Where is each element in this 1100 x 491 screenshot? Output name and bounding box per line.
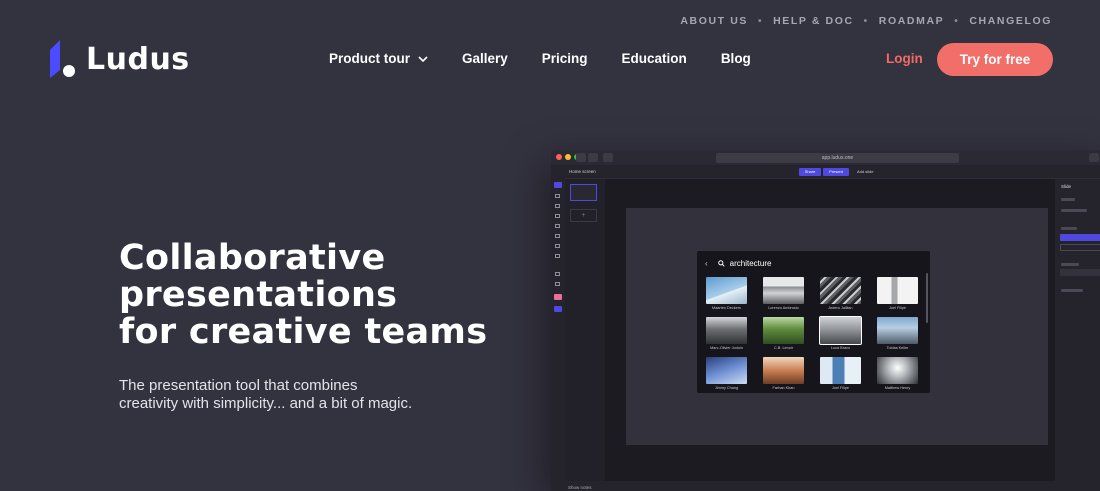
right-panel: Slide <box>1055 179 1100 491</box>
architecture-photo <box>877 277 918 304</box>
add-slide-plus-icon: + <box>570 209 597 222</box>
panel-row <box>1061 289 1083 292</box>
image-result: Marc-Olivier Jodoin <box>706 317 747 350</box>
top-link-changelog[interactable]: CHANGELOG <box>969 15 1052 27</box>
image-result: Ardero Jalilian <box>820 277 861 310</box>
back-chevron-icon: ‹ <box>705 258 708 268</box>
image-result: Tobias Keller <box>877 317 918 350</box>
image-result-selected: Luca Bravo <box>819 316 862 350</box>
sidebar-icon <box>603 153 613 162</box>
architecture-photo <box>820 277 861 304</box>
top-link-roadmap[interactable]: ROADMAP <box>879 15 944 27</box>
convert-template-button <box>1060 244 1100 251</box>
editor-toolbar: Home screen Share Present Add slide <box>551 165 1100 179</box>
architecture-photo <box>819 316 862 345</box>
image-tool-icon <box>555 234 560 238</box>
panel-row <box>1061 227 1077 230</box>
nav-education[interactable]: Education <box>622 51 687 66</box>
logo-wordmark: Ludus <box>86 41 190 77</box>
top-link-help[interactable]: HELP & DOC <box>773 15 854 27</box>
hero-subtitle: The presentation tool that combines crea… <box>119 377 413 412</box>
url-bar: app.ludus.one <box>716 153 959 163</box>
image-result: Jimmy Chang <box>706 357 747 390</box>
image-result: Lorenzo Ambrosio <box>763 277 804 310</box>
search-query: architecture <box>729 258 772 268</box>
architecture-photo <box>706 277 747 304</box>
top-link-about[interactable]: ABOUT US <box>680 15 748 27</box>
share-button: Share <box>799 168 821 176</box>
home-screen-link: Home screen <box>569 169 596 174</box>
image-result: Farhan Khan <box>763 357 804 390</box>
transition-select <box>1060 269 1100 276</box>
slide-thumbnail <box>570 184 597 201</box>
circle-tool-icon <box>555 244 560 248</box>
present-button: Present <box>823 168 849 176</box>
close-dot-icon <box>556 154 562 160</box>
arrow-tool-icon <box>555 254 560 258</box>
pen-tool-icon <box>555 194 560 198</box>
hero-title: Collaborative presentations for creative… <box>119 240 499 351</box>
architecture-photo <box>706 357 747 384</box>
panel-row <box>1061 209 1087 212</box>
search-tool-icon <box>554 306 562 312</box>
architecture-photo <box>763 357 804 384</box>
image-result: Maarten Deckers <box>706 277 747 310</box>
image-result: Matthew Henry <box>877 357 918 390</box>
nav-gallery[interactable]: Gallery <box>462 51 508 66</box>
image-result: Joel Filipe <box>877 277 918 310</box>
nav-product-tour[interactable]: Product tour <box>329 51 428 66</box>
color-tool-icon <box>554 294 562 300</box>
try-for-free-button[interactable]: Try for free <box>937 43 1053 76</box>
text-tool-icon <box>555 204 560 208</box>
top-links: ABOUT US • HELP & DOC • ROADMAP • CHANGE… <box>680 15 1052 27</box>
left-toolbar <box>551 166 565 491</box>
logo[interactable]: Ludus <box>48 38 190 80</box>
panel-row <box>1061 198 1075 201</box>
media-tool-icon <box>555 272 560 276</box>
architecture-photo <box>763 277 804 304</box>
architecture-photo <box>877 357 918 384</box>
separator-dot: • <box>757 15 764 27</box>
hero-title-line: Collaborative <box>119 238 386 278</box>
panel-row <box>1061 263 1079 266</box>
nav-product-tour-label: Product tour <box>329 51 410 66</box>
nav-blog[interactable]: Blog <box>721 51 751 66</box>
ludus-logo-icon <box>50 40 75 78</box>
embed-tool-icon <box>555 282 560 286</box>
image-search-panel: ‹ architecture Maarten Deckers Lorenzo A… <box>697 251 930 393</box>
nav-pricing[interactable]: Pricing <box>542 51 588 66</box>
shape-tool-icon <box>555 214 560 218</box>
architecture-photo <box>706 317 747 344</box>
add-slide-button: Add slide <box>857 169 874 174</box>
main-nav: Product tour Gallery Pricing Education B… <box>329 51 785 66</box>
architecture-photo <box>877 317 918 344</box>
forward-arrow-icon <box>588 153 598 162</box>
bottom-bar: Show notes <box>551 481 1100 491</box>
scrollbar <box>926 273 928 323</box>
image-result: C.B. Lenoir <box>763 317 804 350</box>
select-tool-icon <box>554 182 562 188</box>
show-notes-label: Show notes <box>568 485 592 490</box>
architecture-photo <box>763 317 804 344</box>
hero-title-line: for creative teams <box>119 312 488 352</box>
separator-dot: • <box>954 15 960 27</box>
separator-dot: • <box>863 15 869 27</box>
share-icon <box>1089 153 1099 162</box>
image-result: Joel Filipe <box>820 357 861 390</box>
login-link[interactable]: Login <box>886 51 923 66</box>
search-header: ‹ architecture <box>705 257 922 269</box>
minimize-dot-icon <box>565 154 571 160</box>
slide-thumbnails: + <box>565 179 605 491</box>
browser-titlebar: app.ludus.one <box>551 150 1100 165</box>
right-panel-title: Slide <box>1061 184 1072 189</box>
apply-template-button <box>1060 234 1100 241</box>
hero-title-line: presentations <box>119 275 398 315</box>
chevron-down-icon <box>418 55 428 62</box>
architecture-photo <box>820 357 861 384</box>
search-icon <box>717 259 725 267</box>
code-tool-icon <box>555 224 560 228</box>
back-arrow-icon <box>576 153 586 162</box>
